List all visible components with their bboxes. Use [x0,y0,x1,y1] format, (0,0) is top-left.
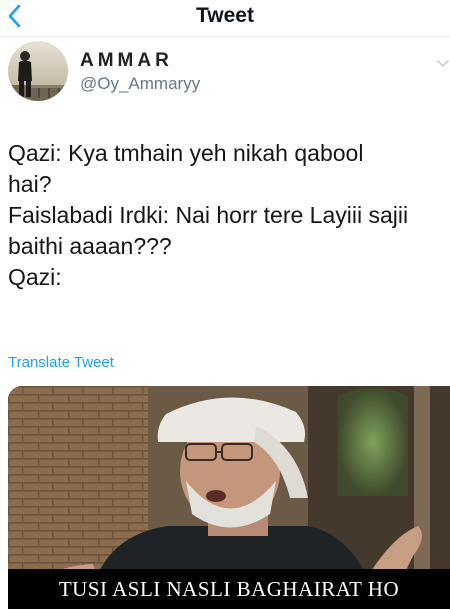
top-navigation-bar: Tweet [0,0,450,37]
chevron-down-icon [437,60,449,68]
tweet-text-line: Faislabadi Irdki: Nai horr tere Layiii s… [8,202,409,228]
avatar-photo [8,41,68,101]
meme-caption: TUSI ASLI NASLI BAGHAIRAT HO [8,569,450,609]
tweet-text-line: Qazi: [8,264,62,290]
tweet-text-line: Qazi: Kya tmhain yeh nikah qabool [8,140,364,166]
avatar[interactable] [8,41,68,101]
author-display-name[interactable]: AMMAR [80,50,173,72]
tweet-media-image[interactable]: TUSI ASLI NASLI BAGHAIRAT HO [8,386,450,609]
translate-tweet-link[interactable]: Translate Tweet [8,354,114,371]
tweet-text: Qazi: Kya tmhain yeh nikah qabool hai? F… [8,138,444,293]
tweet-text-line: hai? [8,171,52,197]
page-title: Tweet [196,4,254,27]
more-options-button[interactable] [436,56,450,68]
author-handle[interactable]: @Oy_Ammaryy [80,74,200,94]
tweet-text-line: baithi aaaan??? [8,233,172,259]
